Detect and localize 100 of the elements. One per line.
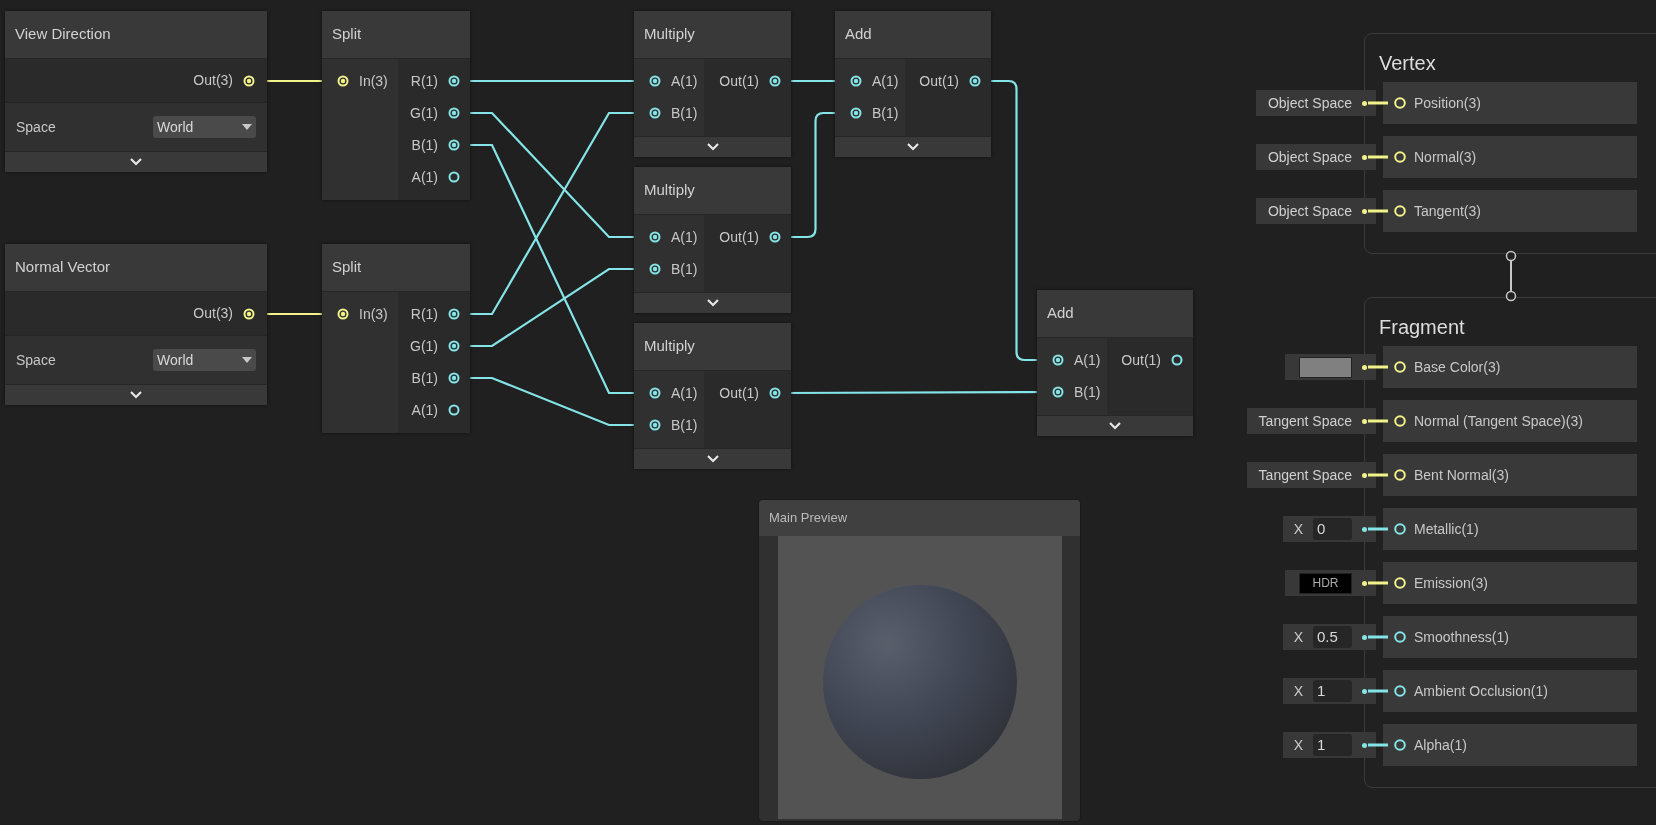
default-value-control[interactable]: Object Space [1255,90,1376,116]
port-connector[interactable] [1394,205,1406,217]
block-slot[interactable]: Base Color(3) [1383,346,1637,388]
chevron-icon [706,143,719,151]
space-value: Object Space [1267,201,1352,221]
block-slot[interactable]: Smoothness(1) [1383,616,1637,658]
chevron-icon [706,299,719,307]
block-slot[interactable]: Tangent(3) [1383,190,1637,232]
space-value: Object Space [1267,93,1352,113]
space-value: Tangent Space [1258,465,1352,485]
port-label: In(3) [359,304,388,324]
node-card[interactable]: Add A(1) B(1) Out(1) [835,11,991,157]
default-value-control[interactable]: X 1 [1282,732,1376,758]
port-connector[interactable] [448,171,460,183]
port-label: B(1) [411,135,438,155]
default-value-control[interactable]: X 1 [1282,678,1376,704]
block-slot[interactable]: Normal (Tangent Space)(3) [1383,400,1637,442]
port-connector[interactable] [1171,354,1183,366]
default-value-control[interactable]: X 0 [1282,516,1376,542]
caret-icon [242,357,252,363]
port-connector[interactable] [448,107,460,119]
port-connector[interactable] [649,107,661,119]
node-card[interactable]: Split In(3) R(1) G(1) B(1) A(1) [322,11,470,200]
port-connector[interactable] [1394,361,1406,373]
port-connector[interactable] [649,231,661,243]
node-title: View Direction [15,24,111,45]
axis-label: X [1293,681,1303,701]
port-connector[interactable] [649,263,661,275]
value-field[interactable]: 1 [1313,734,1352,756]
wire [1368,527,1388,531]
port-connector[interactable] [448,139,460,151]
default-value-control[interactable]: Object Space [1255,198,1376,224]
port-connector[interactable] [1394,415,1406,427]
port-connector[interactable] [969,75,981,87]
port-connector[interactable] [649,419,661,431]
node-card[interactable]: Split In(3) R(1) G(1) B(1) A(1) [322,244,470,433]
default-value-control[interactable] [1285,354,1376,380]
port-connector[interactable] [448,75,460,87]
port-connector[interactable] [769,75,781,87]
default-value-control[interactable]: Tangent Space [1246,408,1376,434]
block-slot[interactable]: Bent Normal(3) [1383,454,1637,496]
value-field[interactable]: 0.5 [1313,626,1352,648]
port-connector[interactable] [337,75,349,87]
port-label: A(1) [671,71,698,91]
slot-label: Ambient Occlusion(1) [1414,681,1548,701]
port-connector[interactable] [850,75,862,87]
port-label: B(1) [411,368,438,388]
block-slot[interactable]: Ambient Occlusion(1) [1383,670,1637,712]
field-label: Space [16,350,56,370]
block-slot[interactable]: Normal(3) [1383,136,1637,178]
port-connector[interactable] [649,75,661,87]
port-connector[interactable] [243,307,255,320]
node-card[interactable]: View Direction Out(3) Space World [5,11,267,172]
port-connector[interactable] [1394,469,1406,481]
port-connector[interactable] [448,308,460,320]
default-value-control[interactable]: HDR [1285,570,1376,596]
port-label: B(1) [671,259,698,279]
default-value-control[interactable]: Object Space [1255,144,1376,170]
port-connector[interactable] [448,372,460,384]
port-connector[interactable] [448,340,460,352]
port-connector[interactable] [243,74,255,87]
port-connector[interactable] [337,308,349,320]
port-connector[interactable] [1394,577,1406,589]
port-connector[interactable] [448,404,460,416]
color-swatch[interactable] [1299,356,1352,378]
field-label: Space [16,117,56,137]
port-connector[interactable] [1394,97,1406,109]
port-connector[interactable] [1394,739,1406,751]
port-connector[interactable] [1394,631,1406,643]
node-card[interactable]: Multiply A(1) B(1) Out(1) [634,167,791,313]
port-connector[interactable] [1052,386,1064,398]
value-field[interactable]: 1 [1313,680,1352,702]
space-dropdown[interactable]: World [153,349,256,371]
node-card[interactable]: Multiply A(1) B(1) Out(1) [634,11,791,157]
port-connector[interactable] [1394,685,1406,697]
slot-label: Alpha(1) [1414,735,1467,755]
port-connector[interactable] [769,231,781,243]
node-title: Multiply [644,336,695,357]
port-connector[interactable] [850,107,862,119]
port-connector[interactable] [1394,523,1406,535]
port-connector[interactable] [1052,354,1064,366]
port-connector[interactable] [1394,151,1406,163]
node-title: Normal Vector [15,257,111,278]
block-slot[interactable]: Alpha(1) [1383,724,1637,766]
node-card[interactable]: Add A(1) B(1) Out(1) [1037,290,1193,436]
wire [1368,155,1388,159]
space-dropdown[interactable]: World [153,116,256,138]
value-field[interactable]: 0 [1313,518,1352,540]
port-connector[interactable] [649,387,661,399]
port-connector[interactable] [769,387,781,399]
block-slot[interactable]: Position(3) [1383,82,1637,124]
block-slot[interactable]: Emission(3) [1383,562,1637,604]
node-card[interactable]: Normal Vector Out(3) Space World [5,244,267,405]
default-value-control[interactable]: X 0.5 [1282,624,1376,650]
hdr-color-swatch[interactable]: HDR [1299,572,1352,594]
default-value-control[interactable]: Tangent Space [1246,462,1376,488]
node-card[interactable]: Multiply A(1) B(1) Out(1) [634,323,791,469]
block-slot[interactable]: Metallic(1) [1383,508,1637,550]
wire [1368,419,1388,423]
port-label: Out(1) [1121,350,1161,370]
